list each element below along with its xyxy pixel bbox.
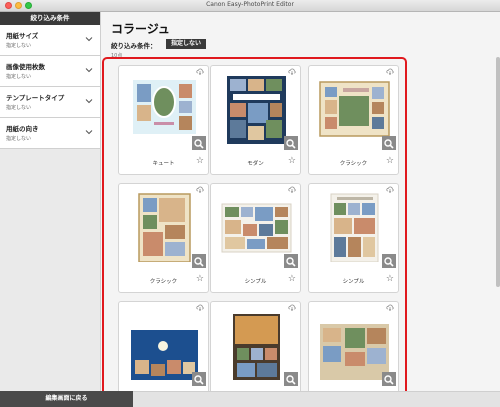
- magnifier-icon: [384, 257, 394, 267]
- zoom-button[interactable]: [192, 254, 206, 268]
- template-card[interactable]: クラシック ☆: [118, 183, 209, 293]
- condition-label: 絞り込み条件：: [111, 42, 157, 50]
- magnifier-icon: [286, 257, 296, 267]
- chevron-down-icon: [85, 37, 93, 42]
- template-card[interactable]: シンプル ☆: [308, 183, 399, 293]
- template-card[interactable]: ☆: [308, 301, 399, 401]
- filter-value: 指定しない: [6, 74, 32, 80]
- template-name: クラシック: [339, 161, 368, 167]
- template-card[interactable]: ☆: [210, 301, 301, 401]
- magnifier-icon: [286, 139, 296, 149]
- template-browser: コラージュ 絞り込み条件： 指定しない 10点 キュート ☆ モダン ☆ クラシック ☆ ク…: [101, 12, 500, 403]
- template-thumbnail[interactable]: [219, 310, 294, 380]
- star-outline-icon[interactable]: ☆: [196, 157, 204, 166]
- chevron-down-icon: [85, 99, 93, 104]
- template-card[interactable]: キュート ☆: [118, 65, 209, 175]
- filter-value: 指定しない: [6, 43, 32, 49]
- template-thumbnail[interactable]: [219, 192, 294, 262]
- zoom-button[interactable]: [192, 372, 206, 386]
- zoom-button[interactable]: [284, 372, 298, 386]
- footer-bar: [133, 391, 500, 407]
- template-thumbnail[interactable]: [317, 310, 392, 380]
- window-title: Canon Easy-PhotoPrint Editor: [206, 1, 294, 8]
- filter-value: 指定しない: [6, 105, 32, 111]
- zoom-button[interactable]: [382, 254, 396, 268]
- app-window: Canon Easy-PhotoPrint Editor 絞り込み条件 用紙サイ…: [0, 0, 500, 407]
- scrollbar[interactable]: [496, 57, 500, 287]
- magnifier-icon: [194, 257, 204, 267]
- filter-value: 指定しない: [6, 136, 32, 142]
- title-bar: Canon Easy-PhotoPrint Editor: [0, 0, 500, 12]
- template-thumbnail[interactable]: [127, 74, 202, 144]
- template-card[interactable]: シンプル ☆: [210, 183, 301, 293]
- zoom-button[interactable]: [284, 254, 298, 268]
- template-name: シンプル: [244, 279, 267, 285]
- template-name: クラシック: [149, 279, 178, 285]
- template-thumbnail[interactable]: [219, 74, 294, 144]
- template-thumbnail[interactable]: [127, 310, 202, 380]
- zoom-button[interactable]: [382, 372, 396, 386]
- star-outline-icon[interactable]: ☆: [386, 275, 394, 284]
- template-thumbnail[interactable]: [127, 192, 202, 262]
- template-card[interactable]: クラシック ☆: [308, 65, 399, 175]
- back-to-edit-button[interactable]: 編集画面に戻る: [0, 391, 133, 407]
- template-name: キュート: [152, 161, 175, 167]
- template-thumbnail[interactable]: [317, 192, 392, 262]
- zoom-button[interactable]: [284, 136, 298, 150]
- chevron-down-icon: [85, 68, 93, 73]
- template-card[interactable]: ☆: [118, 301, 209, 401]
- page-title: コラージュ: [111, 22, 170, 36]
- star-outline-icon[interactable]: ☆: [196, 275, 204, 284]
- template-name: モダン: [247, 161, 264, 167]
- filter-image-count[interactable]: 画像使用枚数 指定しない: [0, 56, 100, 87]
- template-name: シンプル: [342, 279, 365, 285]
- magnifier-icon: [194, 375, 204, 385]
- magnifier-icon: [286, 375, 296, 385]
- chevron-down-icon: [85, 130, 93, 135]
- magnifier-icon: [384, 139, 394, 149]
- star-outline-icon[interactable]: ☆: [288, 275, 296, 284]
- template-grid: キュート☆モダン☆クラシック☆クラシック☆シンプル☆シンプル☆☆☆☆: [102, 57, 407, 403]
- zoom-button[interactable]: [192, 136, 206, 150]
- magnifier-icon: [384, 375, 394, 385]
- star-outline-icon[interactable]: ☆: [288, 157, 296, 166]
- filter-sidebar: 絞り込み条件 用紙サイズ 指定しない 画像使用枚数 指定しない テンプレートタイ…: [0, 12, 101, 392]
- star-outline-icon[interactable]: ☆: [386, 157, 394, 166]
- condition-badge: 指定しない: [166, 39, 207, 49]
- zoom-button[interactable]: [382, 136, 396, 150]
- filter-template-type[interactable]: テンプレートタイプ 指定しない: [0, 87, 100, 118]
- template-card[interactable]: モダン ☆: [210, 65, 301, 175]
- filter-header: 絞り込み条件: [0, 12, 100, 25]
- template-thumbnail[interactable]: [317, 74, 392, 144]
- magnifier-icon: [194, 139, 204, 149]
- filter-orientation[interactable]: 用紙の向き 指定しない: [0, 118, 100, 149]
- filter-paper-size[interactable]: 用紙サイズ 指定しない: [0, 25, 100, 56]
